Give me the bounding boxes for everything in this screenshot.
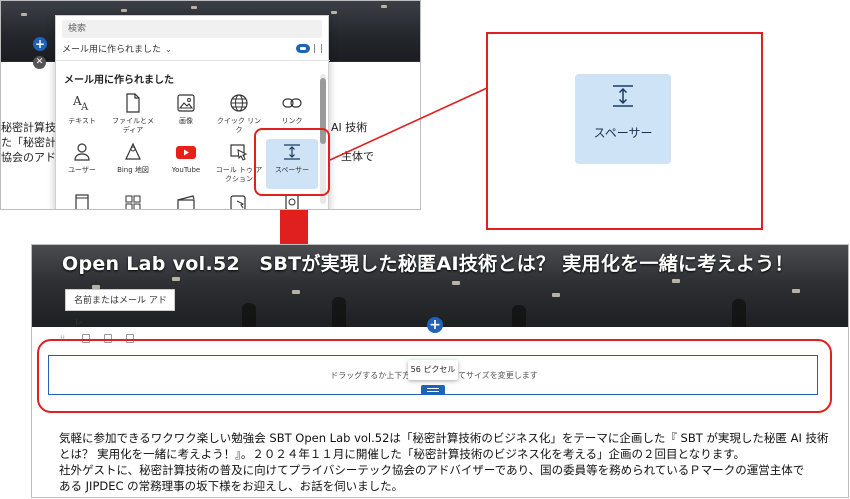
body-line: 気軽に参加できるワクワク楽しい勉強会 SBT Open Lab vol.52は「… [59, 431, 829, 445]
close-icon[interactable]: ✕ [33, 56, 46, 69]
tile-image[interactable]: 画像 [160, 90, 212, 140]
tile-youtube[interactable]: YouTube [160, 139, 212, 189]
tile-file-media[interactable]: ファイルとメ ディア [107, 90, 159, 140]
bg-text: 秘密計算技 [1, 121, 56, 134]
call-to-action-icon [230, 144, 248, 161]
tile-label: リンク [281, 117, 303, 125]
filter-dropdown[interactable]: メール用に作られました ⌄ [62, 42, 172, 55]
user-icon [74, 143, 90, 161]
image-icon [177, 94, 195, 112]
map-pin-icon [125, 142, 141, 160]
tile-label: テキスト [68, 117, 96, 125]
tile-bing-map[interactable]: Bing 地図 [107, 139, 159, 189]
tile-label: ファイルとメ ディア [112, 117, 154, 134]
chevron-down-icon: ⌄ [165, 45, 172, 54]
author-input[interactable]: 名前またはメール アドレ [65, 289, 175, 328]
callout-spacer-tile: スペーサー [575, 74, 671, 164]
globe-icon [230, 94, 248, 112]
highlight-spacer-tile [254, 128, 330, 196]
search-input[interactable]: 検索 [62, 20, 322, 38]
add-section-button[interactable]: + [427, 317, 443, 333]
tile-more[interactable] [160, 190, 212, 209]
svg-text:A: A [80, 102, 89, 113]
callout-label: スペーサー [593, 126, 653, 140]
tile-label: YouTube [171, 166, 201, 174]
tile-user[interactable]: ユーザー [56, 139, 108, 189]
highlight-spacer-section [37, 339, 832, 413]
divider [56, 60, 330, 61]
tile-label: Bing 地図 [117, 166, 149, 174]
add-section-button[interactable]: + [33, 37, 47, 51]
text-size-icon: AA [72, 94, 89, 113]
tile-more[interactable] [56, 190, 108, 209]
pointer-icon [230, 195, 246, 209]
tile-label: 画像 [179, 117, 193, 125]
grid-view-toggle[interactable] [296, 44, 310, 53]
link-icon [282, 98, 302, 108]
body-line: とは？ 実用化を一緒に考えよう！』。２０２４年１１月に開催した「秘密計算技術のビ… [59, 447, 746, 461]
bg-text: た「秘密計 [1, 136, 56, 149]
spacer-icon [613, 85, 633, 107]
editor-crop-toolbox: + ✕ 秘密計算技 た「秘密計 協会のアド AI 技術 主体で 検索 メール用に… [0, 0, 421, 210]
filter-label: メール用に作られました [62, 45, 162, 55]
list-view-icon[interactable] [314, 44, 322, 53]
bg-text: 協会のアド [1, 151, 56, 164]
section-heading: メール用に作られました [64, 75, 174, 86]
youtube-icon [176, 146, 196, 159]
tile-text[interactable]: AA テキスト [56, 90, 108, 140]
bg-text: AI 技術 [331, 121, 368, 134]
tile-label: ユーザー [68, 166, 96, 174]
grid-icon [125, 195, 141, 209]
tile-more[interactable] [107, 190, 159, 209]
file-media-icon [126, 93, 140, 113]
bg-text: 主体で [341, 150, 374, 163]
page-title[interactable]: Open Lab vol.52 SBTが実現した秘匿AI技術とは？ 実用化を一緒… [62, 249, 794, 276]
document-icon [75, 194, 89, 209]
body-line: ある JIPDEC の常務理事の坂下様をお迎えし、お話を伺いました。 [59, 479, 404, 493]
clapper-icon [177, 195, 195, 209]
body-line: 社外ゲストに、秘密計算技術の普及に向けてプライバシーテック協会のアドバイザーであ… [59, 463, 805, 477]
body-text[interactable]: 気軽に参加できるワクワク楽しい勉強会 SBT Open Lab vol.52は「… [59, 430, 829, 494]
